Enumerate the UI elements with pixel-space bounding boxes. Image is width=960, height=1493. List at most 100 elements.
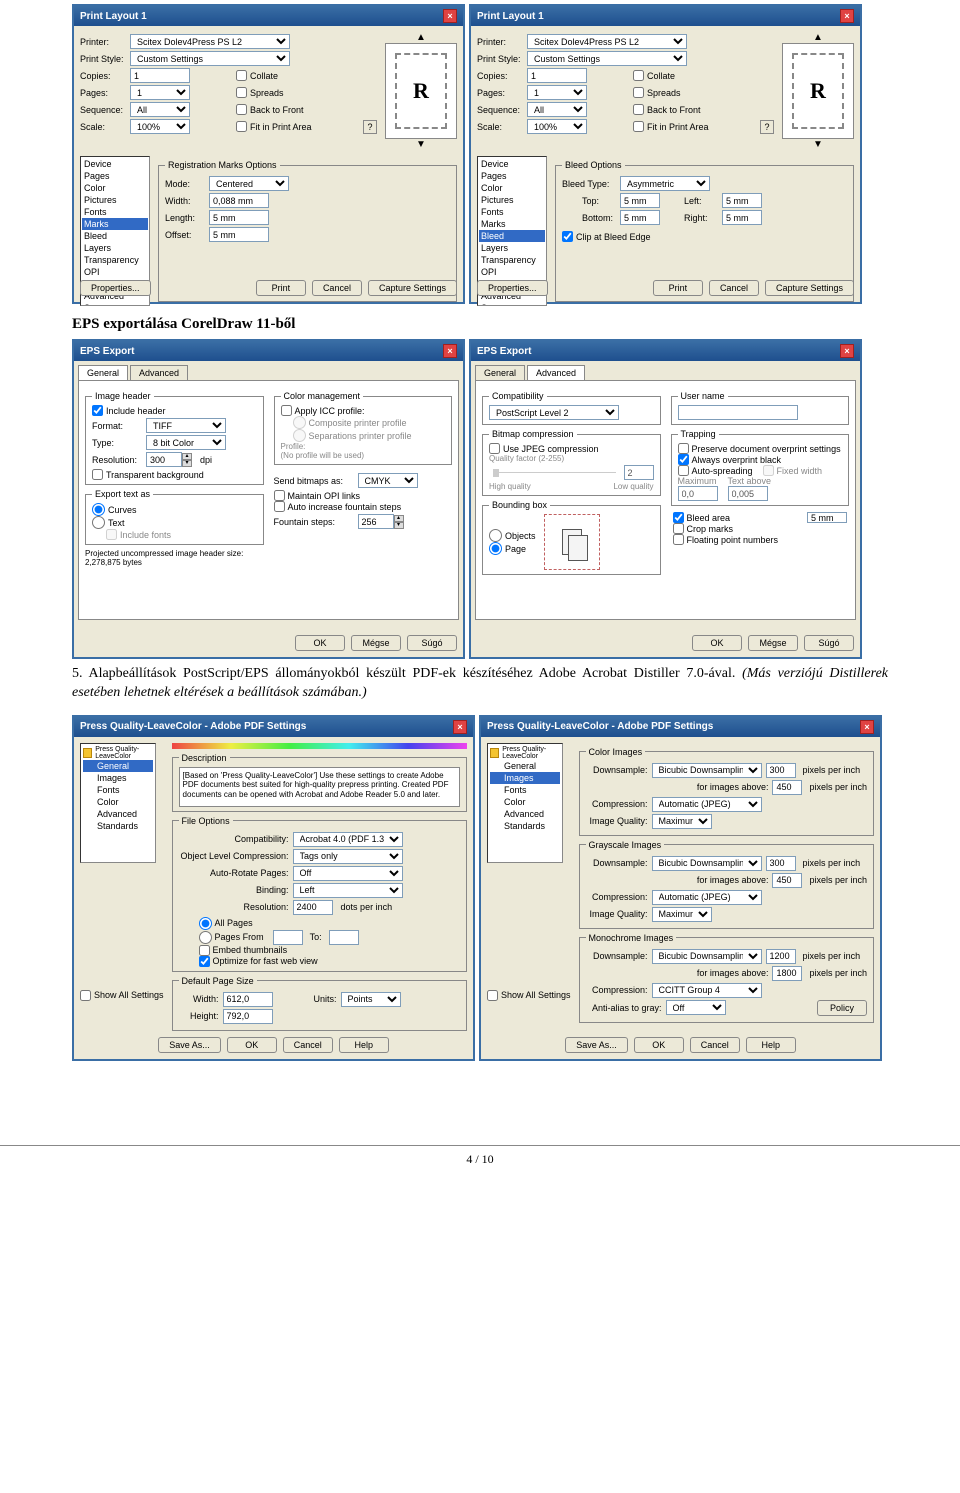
settings-tree[interactable]: Press Quality-LeaveColor General Images …: [80, 743, 156, 863]
printer-select[interactable]: Scitex Dolev4Press PS L2: [130, 34, 290, 49]
print-button[interactable]: Print: [256, 280, 306, 296]
close-icon[interactable]: ×: [860, 720, 874, 734]
list-item[interactable]: Transparency: [479, 254, 545, 266]
ok-button[interactable]: OK: [634, 1037, 684, 1053]
list-item-selected[interactable]: Bleed: [479, 230, 545, 242]
pages-from-input[interactable]: [273, 930, 303, 945]
policy-button[interactable]: Policy: [817, 1000, 867, 1016]
g-iq-select[interactable]: Maximum: [652, 907, 712, 922]
cancel-button[interactable]: Mégse: [351, 635, 401, 651]
m-comp-select[interactable]: CCITT Group 4: [652, 983, 762, 998]
tab-advanced[interactable]: Advanced: [130, 365, 188, 380]
collate-checkbox[interactable]: [633, 70, 644, 81]
properties-button[interactable]: Properties...: [477, 280, 548, 296]
list-item[interactable]: OPI: [479, 266, 545, 278]
close-icon[interactable]: ×: [453, 720, 467, 734]
embed-thumb-checkbox[interactable]: [199, 945, 210, 956]
include-header-checkbox[interactable]: [92, 405, 103, 416]
binding-select[interactable]: Left: [293, 883, 403, 898]
fountain-input[interactable]: [358, 514, 394, 529]
g-above-input[interactable]: [772, 873, 802, 888]
list-item[interactable]: Pictures: [82, 194, 148, 206]
compat-select[interactable]: PostScript Level 2: [489, 405, 619, 420]
saveas-button[interactable]: Save As...: [158, 1037, 221, 1053]
tree-item[interactable]: Advanced: [490, 808, 560, 820]
copies-input[interactable]: [130, 68, 190, 83]
bleedtype-select[interactable]: Asymmetric: [620, 176, 710, 191]
arrow-down-icon[interactable]: ▼: [416, 139, 426, 150]
cancel-button[interactable]: Mégse: [748, 635, 798, 651]
width-input[interactable]: [209, 193, 269, 208]
list-item[interactable]: Pages: [479, 170, 545, 182]
send-select[interactable]: CMYK: [358, 473, 418, 488]
jpeg-checkbox[interactable]: [489, 443, 500, 454]
tree-item[interactable]: Images: [83, 772, 153, 784]
list-item[interactable]: Pages: [82, 170, 148, 182]
fitin-checkbox[interactable]: [633, 121, 644, 132]
mode-select[interactable]: Centered: [209, 176, 289, 191]
list-item[interactable]: Marks: [479, 218, 545, 230]
help-icon[interactable]: ?: [363, 120, 377, 134]
scale-select[interactable]: 100%: [130, 119, 190, 134]
g-ds-input[interactable]: [766, 856, 796, 871]
list-item[interactable]: Layers: [82, 242, 148, 254]
tab-advanced[interactable]: Advanced: [527, 365, 585, 380]
list-item[interactable]: Device: [479, 158, 545, 170]
offset-input[interactable]: [209, 227, 269, 242]
iq-select[interactable]: Maximum: [652, 814, 712, 829]
ok-button[interactable]: OK: [227, 1037, 277, 1053]
list-item[interactable]: Color: [479, 182, 545, 194]
autospread-checkbox[interactable]: [678, 465, 689, 476]
list-item[interactable]: Fonts: [479, 206, 545, 218]
list-item[interactable]: Transparency: [82, 254, 148, 266]
objects-radio[interactable]: [489, 529, 502, 542]
show-all-checkbox[interactable]: [80, 990, 91, 1001]
page-radio[interactable]: [489, 542, 502, 555]
text-radio[interactable]: [92, 516, 105, 529]
type-select[interactable]: 8 bit Color: [146, 435, 226, 450]
help-button[interactable]: Súgó: [407, 635, 457, 651]
spin-down-icon[interactable]: ▾: [182, 460, 192, 467]
saveas-button[interactable]: Save As...: [565, 1037, 628, 1053]
show-all-checkbox[interactable]: [487, 990, 498, 1001]
list-item[interactable]: Pictures: [479, 194, 545, 206]
ok-button[interactable]: OK: [295, 635, 345, 651]
tree-root[interactable]: Press Quality-LeaveColor: [490, 746, 560, 760]
tree-item[interactable]: Color: [490, 796, 560, 808]
pages-select[interactable]: 1: [130, 85, 190, 100]
arrow-up-icon[interactable]: ▲: [416, 32, 426, 43]
bleed-input[interactable]: [807, 512, 847, 523]
m-above-input[interactable]: [772, 966, 802, 981]
fitin-checkbox[interactable]: [236, 121, 247, 132]
format-select[interactable]: TIFF: [146, 418, 226, 433]
left-input[interactable]: [722, 193, 762, 208]
comp-select[interactable]: Automatic (JPEG): [652, 797, 762, 812]
capture-button[interactable]: Capture Settings: [368, 280, 457, 296]
bleed-area-checkbox[interactable]: [673, 512, 684, 523]
tab-general[interactable]: General: [78, 365, 128, 380]
arrow-up-icon[interactable]: ▲: [813, 32, 823, 43]
top-input[interactable]: [620, 193, 660, 208]
auto-increase-checkbox[interactable]: [274, 501, 285, 512]
close-icon[interactable]: ×: [840, 344, 854, 358]
m-downsample-select[interactable]: Bicubic Downsampling to: [652, 949, 762, 964]
collate-checkbox[interactable]: [236, 70, 247, 81]
printer-select[interactable]: Scitex Dolev4Press PS L2: [527, 34, 687, 49]
backtofront-checkbox[interactable]: [236, 104, 247, 115]
pages-to-input[interactable]: [329, 930, 359, 945]
list-item[interactable]: OPI: [82, 266, 148, 278]
sequence-select[interactable]: All: [130, 102, 190, 117]
floating-checkbox[interactable]: [673, 534, 684, 545]
cancel-button[interactable]: Cancel: [312, 280, 362, 296]
clip-checkbox[interactable]: [562, 231, 573, 242]
cancel-button[interactable]: Cancel: [690, 1037, 740, 1053]
list-item-selected[interactable]: Marks: [82, 218, 148, 230]
transparent-bg-checkbox[interactable]: [92, 469, 103, 480]
list-item[interactable]: Bleed: [82, 230, 148, 242]
curves-radio[interactable]: [92, 503, 105, 516]
list-item[interactable]: Summary: [479, 302, 545, 306]
backtofront-checkbox[interactable]: [633, 104, 644, 115]
tree-item[interactable]: Standards: [83, 820, 153, 832]
u-select[interactable]: Points: [341, 992, 401, 1007]
cancel-button[interactable]: Cancel: [709, 280, 759, 296]
